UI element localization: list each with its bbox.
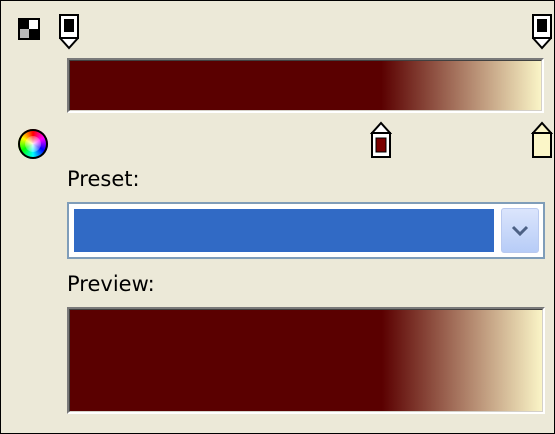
checker-icon[interactable] [18, 18, 40, 40]
preset-dropdown[interactable] [67, 202, 545, 259]
opacity-stop-marker-icon [532, 14, 552, 50]
preview-label: Preview: [67, 272, 155, 296]
gradient-bar[interactable] [67, 58, 544, 113]
color-stop-marker-icon [370, 121, 393, 158]
chevron-down-icon [511, 225, 529, 237]
gradient-editor-panel: Preset: Preview: [0, 0, 555, 434]
opacity-stop-start[interactable] [59, 14, 79, 50]
preset-label: Preset: [67, 167, 140, 191]
color-stop-marker-icon [531, 121, 553, 158]
preset-selected-value[interactable] [74, 209, 494, 252]
gradient-preview [67, 307, 545, 414]
opacity-stop-end[interactable] [532, 14, 552, 50]
dropdown-button[interactable] [501, 208, 539, 253]
color-stop-end[interactable] [531, 121, 553, 159]
color-stop-mid[interactable] [370, 121, 393, 159]
color-wheel-icon[interactable] [18, 129, 48, 159]
opacity-stop-marker-icon [59, 14, 79, 50]
